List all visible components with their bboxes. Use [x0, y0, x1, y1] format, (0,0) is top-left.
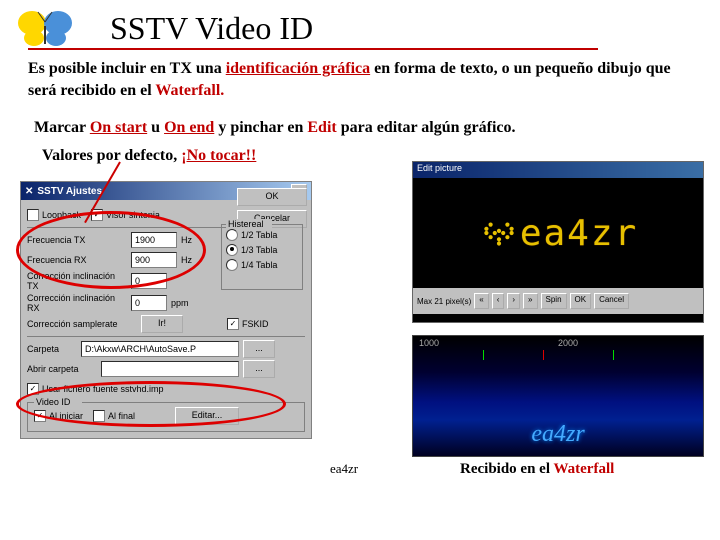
hist-12-radio[interactable]: 1/2 Tabla — [226, 229, 277, 241]
nav-first-button[interactable]: « — [474, 293, 488, 309]
spin-button[interactable]: Spin — [541, 293, 567, 309]
incl-rx-label: Corrección inclinación RX — [27, 293, 127, 313]
butterfly-logo — [10, 8, 80, 48]
page-title: SSTV Video ID — [110, 10, 313, 47]
sstv-settings-dialog: ✕ SSTV Ajustes ✕ Loopback ✓Visor sintoni… — [20, 181, 312, 439]
footer-callsign: ea4zr — [330, 461, 358, 477]
freq-rx-input[interactable]: 900 — [131, 252, 177, 268]
paragraph-1: Es posible incluir en TX una identificac… — [0, 50, 720, 109]
paragraph-2: Marcar On start u On end y pinchar en Ed… — [0, 109, 720, 143]
edit-picture-panel: Edit picture ea4zr Max 21 pixel(s) « ‹ ›… — [412, 161, 704, 323]
butterfly-icon: ✕ — [25, 186, 33, 197]
nav-last-button[interactable]: » — [523, 293, 537, 309]
samplecorr-label: Corrección samplerate — [27, 319, 137, 329]
dotmatrix-preview: ea4zr — [413, 178, 703, 288]
incl-tx-input[interactable]: 0 — [131, 273, 167, 289]
footer-caption: Recibido en el Waterfall — [460, 461, 614, 478]
histogram-group: Histereal 1/2 Tabla 1/3 Tabla 1/4 Tabla — [221, 224, 303, 290]
freq-tx-input[interactable]: 1900 — [131, 232, 177, 248]
use-font-checkbox[interactable]: ✓Usar fichero fuente sstvhd.imp — [27, 383, 164, 395]
on-start-checkbox[interactable]: ✓Al iniciar — [34, 410, 83, 422]
incl-rx-input[interactable]: 0 — [131, 295, 167, 311]
incl-tx-label: Corrección inclinación TX — [27, 271, 127, 291]
loopback-checkbox[interactable]: Loopback — [27, 209, 81, 221]
editor-ok-button[interactable]: OK — [570, 293, 592, 309]
video-id-group: Video ID ✓Al iniciar Al final Editar... — [27, 402, 305, 432]
open-folder-label: Abrir carpeta — [27, 364, 97, 374]
ir-button[interactable]: Ir! — [141, 315, 183, 333]
folder-browse-button[interactable]: ... — [243, 340, 275, 358]
dialog-title: SSTV Ajustes — [37, 186, 102, 197]
open-browse-button[interactable]: ... — [243, 360, 275, 378]
waterfall-callsign: ea4zr — [413, 421, 703, 448]
sintonia-checkbox[interactable]: ✓Visor sintonia — [91, 209, 160, 221]
open-folder-input[interactable] — [101, 361, 239, 377]
nav-prev-button[interactable]: ‹ — [492, 293, 505, 309]
max-pixels-label: Max 21 pixel(s) — [417, 297, 471, 306]
hist-14-radio[interactable]: 1/4 Tabla — [226, 259, 277, 271]
fskid-checkbox[interactable]: ✓FSKID — [227, 318, 269, 330]
folder-input[interactable]: D:\Akxw\ARCH\AutoSave.P — [81, 341, 239, 357]
edit-button[interactable]: Editar... — [175, 407, 239, 425]
ok-button[interactable]: OK — [237, 188, 307, 206]
wf-scale-2000: 2000 — [558, 338, 578, 348]
on-end-checkbox[interactable]: Al final — [93, 410, 135, 422]
waterfall-display: 1000 2000 ea4zr — [412, 335, 704, 457]
nav-next-button[interactable]: › — [507, 293, 520, 309]
hist-13-radio[interactable]: 1/3 Tabla — [226, 244, 277, 256]
edit-titlebar[interactable]: Edit picture — [413, 162, 703, 178]
freq-tx-label: Frecuencia TX — [27, 235, 127, 245]
freq-rx-label: Frecuencia RX — [27, 255, 127, 265]
editor-cancel-button[interactable]: Cancel — [594, 293, 629, 309]
wf-scale-1000: 1000 — [419, 338, 439, 348]
folder-label: Carpeta — [27, 344, 77, 354]
